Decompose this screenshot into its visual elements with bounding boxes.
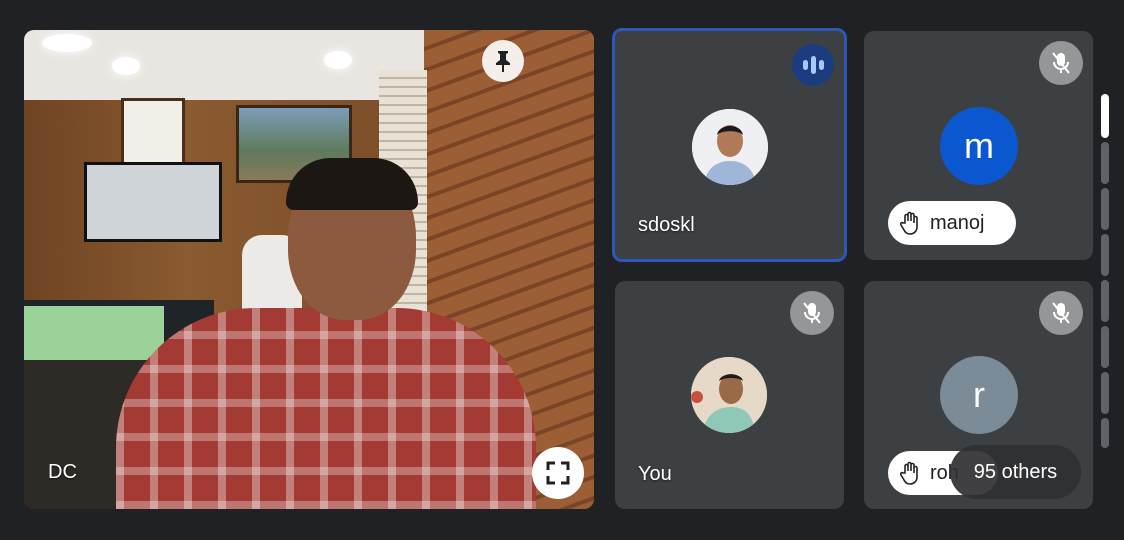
audio-level-indicator [792, 44, 834, 86]
participant-name: DC [48, 461, 77, 483]
mic-off-indicator [1039, 291, 1083, 335]
audio-level-icon [810, 56, 816, 74]
video-files [24, 306, 164, 364]
ceiling-light [324, 51, 352, 69]
participant-tile-sdoskl[interactable]: sdoskl [612, 28, 847, 262]
audio-level-icon [818, 60, 824, 70]
scrollbar-segment [1101, 142, 1109, 184]
video-person-shirt [116, 308, 536, 509]
scrollbar-segment [1101, 326, 1109, 368]
participant-tile-you[interactable]: You [615, 281, 844, 509]
mic-off-icon [803, 302, 821, 324]
scrollbar-thumb[interactable] [1101, 94, 1109, 138]
ceiling-light [42, 34, 92, 52]
scrollbar-segment [1101, 280, 1109, 322]
mic-off-icon [1052, 52, 1070, 74]
scrollbar-segment [1101, 372, 1109, 414]
tile-scrollbar[interactable] [1101, 94, 1109, 448]
audio-level-icon [802, 60, 808, 70]
scrollbar-segment [1101, 234, 1109, 276]
scrollbar-segment [1101, 418, 1109, 448]
avatar: m [940, 107, 1018, 185]
avatar: r [940, 356, 1018, 434]
fullscreen-icon [546, 461, 570, 485]
main-video-tile[interactable]: DC [24, 30, 594, 509]
avatar-photo-icon [692, 109, 768, 185]
participant-name: manoj [930, 211, 985, 234]
participant-name: You [638, 463, 672, 485]
pin-icon [496, 51, 510, 72]
ceiling-light [112, 57, 140, 75]
video-wall-frame [121, 98, 185, 166]
raised-hand-badge: manoj [888, 201, 1016, 245]
mic-off-indicator [1039, 41, 1083, 85]
participant-tile-manoj[interactable]: m manoj [864, 31, 1093, 260]
video-tv-screen [84, 162, 222, 242]
participant-name: sdoskl [638, 214, 695, 236]
scrollbar-segment [1101, 188, 1109, 230]
pin-button[interactable] [482, 40, 524, 82]
raised-hand-icon [900, 211, 918, 235]
mic-off-indicator [790, 291, 834, 335]
avatar [692, 109, 768, 185]
avatar-photo-icon [691, 357, 767, 433]
fullscreen-button[interactable] [532, 447, 584, 499]
mic-off-icon [1052, 302, 1070, 324]
avatar [691, 357, 767, 433]
raised-hand-icon [900, 461, 918, 485]
video-person-hair [286, 158, 418, 210]
others-button[interactable]: 95 others [950, 445, 1081, 499]
